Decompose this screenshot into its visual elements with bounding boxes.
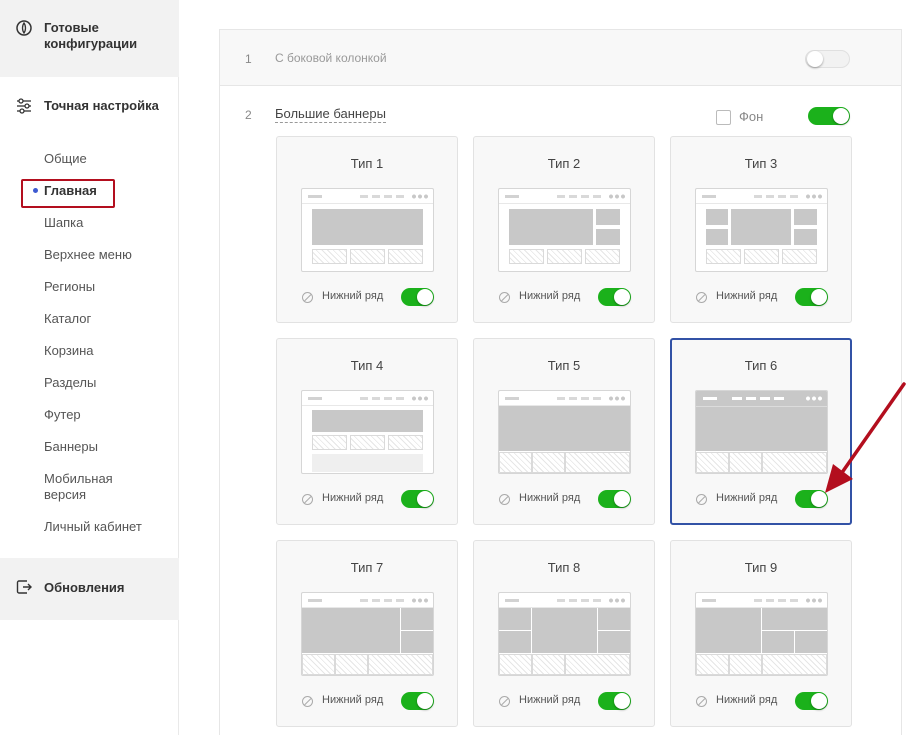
row-number: 2 [245, 108, 252, 122]
card-title: Тип 3 [744, 156, 778, 171]
banner-type-card-9[interactable]: Тип 9 Нижний ряд [670, 540, 852, 727]
layout-preview [301, 592, 434, 676]
toggle-knob [811, 289, 827, 305]
toggle-knob [417, 289, 433, 305]
large-banners-link[interactable]: Большие баннеры [275, 106, 386, 123]
annotation-highlight-box [21, 179, 115, 208]
banner-type-card-8[interactable]: Тип 8 Нижний ряд [473, 540, 655, 727]
disabled-icon [302, 696, 313, 707]
ready-configs-section[interactable]: Готовые конфигурации [0, 0, 179, 77]
sliders-icon [17, 98, 31, 114]
sidebar-item-sections[interactable]: Разделы [44, 375, 96, 391]
disabled-icon [696, 292, 707, 303]
layout-preview [301, 390, 434, 474]
card-title: Тип 6 [744, 358, 778, 373]
banner-type-card-4[interactable]: Тип 4 Нижний ряд [276, 338, 458, 525]
card-title: Тип 8 [547, 560, 581, 575]
card-title: Тип 5 [547, 358, 581, 373]
bottom-row-label: Нижний ряд [716, 290, 778, 302]
layout-preview [695, 390, 828, 474]
sidebar-item-general[interactable]: Общие [44, 151, 87, 167]
bottom-row-toggle[interactable] [795, 692, 828, 710]
background-checkbox[interactable] [716, 110, 731, 125]
sidebar: Готовые конфигурации Точная настройка Об… [0, 0, 179, 735]
toggle-knob [614, 693, 630, 709]
ready-configs-title: Готовые конфигурации [44, 20, 138, 51]
update-icon [16, 580, 32, 594]
disabled-icon [499, 292, 510, 303]
sidebar-column-toggle[interactable] [805, 50, 850, 68]
card-title: Тип 2 [547, 156, 581, 171]
bottom-row-label: Нижний ряд [519, 492, 581, 504]
large-banners-toggle[interactable] [808, 107, 850, 125]
layout-preview [695, 188, 828, 272]
bottom-row-label: Нижний ряд [322, 694, 384, 706]
toggle-knob [614, 491, 630, 507]
sidebar-item-top-menu[interactable]: Верхнее меню [44, 247, 132, 263]
bottom-row-toggle[interactable] [401, 288, 434, 306]
sidebar-item-banners[interactable]: Баннеры [44, 439, 98, 455]
banner-type-card-3[interactable]: Тип 3 Нижний ряд [670, 136, 852, 323]
sidebar-item-footer[interactable]: Футер [44, 407, 81, 423]
row-number: 1 [245, 52, 252, 66]
banner-type-card-7[interactable]: Тип 7 Нижний ряд [276, 540, 458, 727]
bottom-row-toggle[interactable] [401, 692, 434, 710]
annotation-arrow [825, 382, 906, 493]
toggle-knob [811, 693, 827, 709]
disabled-icon [499, 696, 510, 707]
card-title: Тип 9 [744, 560, 778, 575]
layout-preview [498, 592, 631, 676]
disabled-icon [302, 292, 313, 303]
sidebar-item-cart[interactable]: Корзина [44, 343, 94, 359]
background-label: Фон [739, 109, 764, 124]
bottom-row-label: Нижний ряд [519, 694, 581, 706]
bottom-row-toggle[interactable] [795, 288, 828, 306]
toggle-knob [417, 491, 433, 507]
card-title: Тип 1 [350, 156, 384, 171]
banner-type-card-5[interactable]: Тип 5 Нижний ряд [473, 338, 655, 525]
toggle-knob [833, 108, 849, 124]
sidebar-item-header[interactable]: Шапка [44, 215, 83, 231]
bottom-row-label: Нижний ряд [716, 694, 778, 706]
toggle-knob [417, 693, 433, 709]
fine-tuning-title[interactable]: Точная настройка [44, 98, 164, 114]
sidebar-item-regions[interactable]: Регионы [44, 279, 95, 295]
sidebar-item-catalog[interactable]: Каталог [44, 311, 91, 327]
bottom-row-label: Нижний ряд [322, 290, 384, 302]
layout-preview [695, 592, 828, 676]
disabled-icon [696, 494, 707, 505]
toggle-knob [807, 51, 823, 67]
banner-type-card-1[interactable]: Тип 1 Нижний ряд [276, 136, 458, 323]
disabled-icon [302, 494, 313, 505]
bottom-row-label: Нижний ряд [322, 492, 384, 504]
toggle-knob [614, 289, 630, 305]
disabled-icon [696, 696, 707, 707]
card-title: Тип 4 [350, 358, 384, 373]
row-sidebar-column: 1 С боковой колонкой [220, 30, 901, 86]
card-title: Тип 7 [350, 560, 384, 575]
compass-icon [16, 20, 32, 36]
layout-preview [498, 390, 631, 474]
updates-section[interactable]: Обновления [0, 558, 179, 620]
layout-settings-panel: 1 С боковой колонкой 2 Большие баннеры Ф… [219, 29, 902, 735]
sidebar-item-mobile[interactable]: Мобильная версия [44, 471, 144, 503]
bottom-row-toggle[interactable] [401, 490, 434, 508]
bottom-row-label: Нижний ряд [519, 290, 581, 302]
row-label: С боковой колонкой [275, 51, 387, 65]
layout-preview [301, 188, 434, 272]
layout-preview [498, 188, 631, 272]
bottom-row-toggle[interactable] [598, 288, 631, 306]
sidebar-item-account[interactable]: Личный кабинет [44, 519, 142, 535]
bottom-row-toggle[interactable] [598, 692, 631, 710]
disabled-icon [499, 494, 510, 505]
banner-type-card-2[interactable]: Тип 2 Нижний ряд [473, 136, 655, 323]
bottom-row-label: Нижний ряд [716, 492, 778, 504]
bottom-row-toggle[interactable] [598, 490, 631, 508]
updates-title: Обновления [44, 580, 125, 595]
